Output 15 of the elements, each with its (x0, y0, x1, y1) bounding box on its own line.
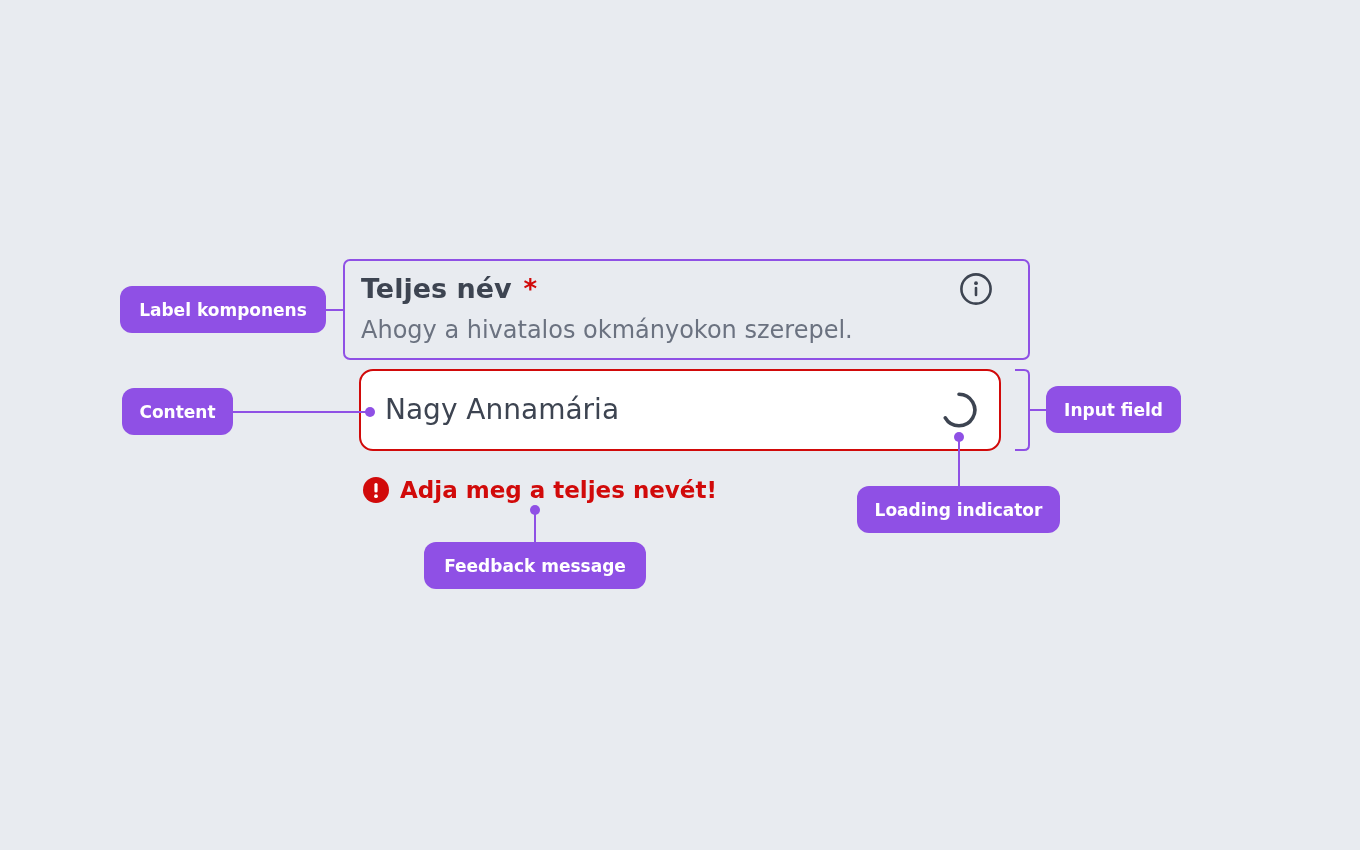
callout-label: Loading indicator (857, 486, 1060, 533)
error-message: Adja meg a teljes nevét! (400, 476, 717, 505)
field-hint: Ahogy a hivatalos okmányokon szerepel. (361, 315, 854, 345)
input-value: Nagy Annamária (385, 392, 620, 428)
callout-label: Feedback message (424, 542, 646, 589)
info-icon[interactable] (960, 273, 992, 305)
required-asterisk: * (523, 273, 538, 306)
callout-connector (954, 432, 964, 486)
callout-label: Input field (1046, 386, 1181, 433)
field-label: Teljes név (361, 272, 512, 306)
error-icon (363, 477, 389, 503)
callout-label: Label komponens (120, 286, 326, 333)
callout-label: Content (122, 388, 233, 435)
text-input[interactable]: Nagy Annamária (359, 369, 1001, 451)
callout-connector (530, 505, 540, 542)
